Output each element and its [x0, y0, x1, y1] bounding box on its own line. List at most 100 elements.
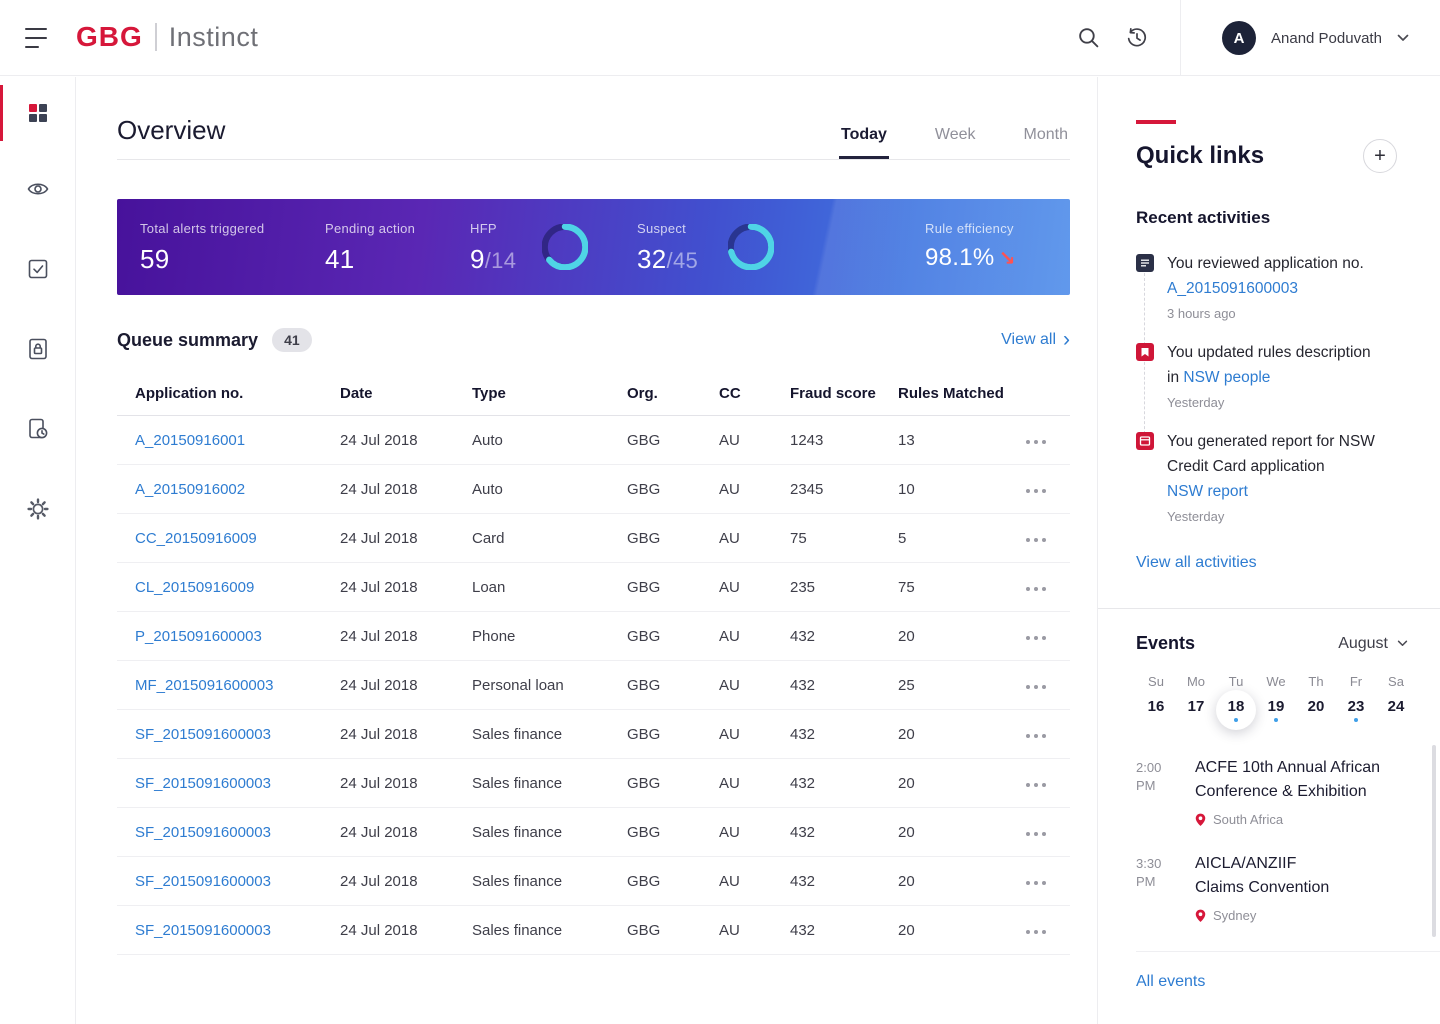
suspect-donut-chart [728, 224, 774, 270]
app-root: GBG Instinct A Anand Poduvath Overview T… [0, 0, 1440, 1024]
search-icon[interactable] [1077, 26, 1101, 50]
event-item[interactable]: 3:30 PM AICLA/ANZIIF Claims Convention Sy… [1136, 852, 1426, 923]
add-quick-link-button[interactable]: + [1363, 139, 1397, 173]
events-title: Events [1136, 633, 1196, 653]
queue-count-badge: 41 [272, 328, 312, 352]
gear-icon [26, 498, 49, 520]
cell-fraud-score: 432 [790, 660, 898, 710]
row-actions-button[interactable] [1022, 778, 1050, 792]
table-row: MF_2015091600003 24 Jul 2018 Personal lo… [117, 660, 1070, 710]
history-icon[interactable] [1125, 26, 1149, 50]
report-icon [1136, 432, 1154, 450]
cell-cc: AU [719, 562, 790, 612]
rules-icon [1136, 343, 1154, 361]
row-actions-button[interactable] [1022, 533, 1050, 547]
calendar-day[interactable]: Mo 17 [1176, 674, 1216, 730]
activity-link[interactable]: NSW people [1183, 369, 1270, 386]
calendar-day[interactable]: Th 20 [1296, 674, 1336, 730]
calendar-day-selected[interactable]: Tu 18 [1216, 674, 1256, 730]
sidebar [0, 77, 76, 1024]
row-actions-button[interactable] [1022, 484, 1050, 498]
row-actions-button[interactable] [1022, 729, 1050, 743]
cell-org: GBG [627, 807, 719, 857]
cell-cc: AU [719, 758, 790, 808]
cell-cc: AU [719, 905, 790, 955]
sidebar-item-monitoring[interactable] [0, 149, 75, 229]
calendar-day[interactable]: Sa 24 [1376, 674, 1416, 730]
cell-fraud-score: 432 [790, 611, 898, 661]
menu-icon[interactable] [25, 28, 49, 48]
row-actions-button[interactable] [1022, 680, 1050, 694]
row-actions-button[interactable] [1022, 925, 1050, 939]
lock-document-icon [28, 338, 47, 360]
row-actions-button[interactable] [1022, 876, 1050, 890]
month-dropdown[interactable]: August [1338, 635, 1408, 653]
application-link[interactable]: A_20150916002 [135, 481, 245, 498]
application-link[interactable]: MF_2015091600003 [135, 677, 273, 694]
avatar[interactable]: A [1222, 21, 1256, 55]
activity-time: Yesterday [1167, 395, 1225, 410]
sidebar-item-security[interactable] [0, 309, 75, 389]
view-all-link[interactable]: View all › [1001, 329, 1070, 350]
cell-type: Card [472, 513, 627, 563]
all-events-link[interactable]: All events [1136, 973, 1205, 991]
cell-org: GBG [627, 415, 719, 465]
queue-summary-header: Queue summary 41 View all › [117, 328, 1070, 352]
cell-cc: AU [719, 415, 790, 465]
application-link[interactable]: SF_2015091600003 [135, 775, 271, 792]
recent-activities-title: Recent activities [1136, 208, 1271, 227]
cell-fraud-score: 432 [790, 905, 898, 955]
cell-type: Phone [472, 611, 627, 661]
application-link[interactable]: SF_2015091600003 [135, 922, 271, 939]
calendar-day[interactable]: Su 16 [1136, 674, 1176, 730]
application-link[interactable]: SF_2015091600003 [135, 873, 271, 890]
application-link[interactable]: SF_2015091600003 [135, 824, 271, 841]
activity-link[interactable]: NSW report [1167, 479, 1248, 504]
cell-rules-matched: 25 [898, 660, 1022, 710]
application-link[interactable]: CC_20150916009 [135, 530, 257, 547]
cell-org: GBG [627, 660, 719, 710]
event-item[interactable]: 2:00 PM ACFE 10th Annual African Conferen… [1136, 756, 1426, 827]
cell-org: GBG [627, 856, 719, 906]
cell-cc: AU [719, 856, 790, 906]
stat-pending-action: Pending action 41 [325, 221, 416, 274]
row-actions-button[interactable] [1022, 827, 1050, 841]
row-actions-button[interactable] [1022, 631, 1050, 645]
user-menu[interactable]: A Anand Poduvath [1222, 21, 1409, 55]
tab-week[interactable]: Week [933, 126, 978, 159]
trend-down-icon: ↘ [998, 248, 1016, 270]
cell-cc: AU [719, 660, 790, 710]
sidebar-item-settings[interactable] [0, 469, 75, 549]
cell-date: 24 Jul 2018 [340, 758, 472, 808]
events-list: 2:00 PM ACFE 10th Annual African Conferen… [1136, 756, 1440, 952]
sidebar-item-reports[interactable] [0, 389, 75, 469]
cell-date: 24 Jul 2018 [340, 905, 472, 955]
application-link[interactable]: SF_2015091600003 [135, 726, 271, 743]
logo-gbg-text: GBG [76, 21, 143, 52]
cell-rules-matched: 5 [898, 513, 1022, 563]
chevron-down-icon [1397, 640, 1408, 646]
row-actions-button[interactable] [1022, 582, 1050, 596]
cell-org: GBG [627, 709, 719, 759]
recent-activities-list: You reviewed application no. A_201509160… [1136, 251, 1440, 524]
events-scrollbar[interactable] [1432, 745, 1436, 937]
sidebar-item-dashboard[interactable] [0, 77, 75, 149]
activity-link[interactable]: A_2015091600003 [1167, 276, 1298, 301]
cell-cc: AU [719, 807, 790, 857]
table-row: SF_2015091600003 24 Jul 2018 Sales finan… [117, 709, 1070, 759]
row-actions-button[interactable] [1022, 435, 1050, 449]
calendar-day[interactable]: Fr 23 [1336, 674, 1376, 730]
application-link[interactable]: P_2015091600003 [135, 628, 262, 645]
cell-type: Sales finance [472, 709, 627, 759]
calendar-day[interactable]: We 19 [1256, 674, 1296, 730]
sidebar-item-tasks[interactable] [0, 229, 75, 309]
cell-org: GBG [627, 464, 719, 514]
cell-type: Sales finance [472, 856, 627, 906]
view-all-activities-link[interactable]: View all activities [1136, 554, 1257, 572]
cell-date: 24 Jul 2018 [340, 611, 472, 661]
tab-today[interactable]: Today [838, 126, 889, 159]
application-link[interactable]: A_20150916001 [135, 432, 245, 449]
tab-month[interactable]: Month [1022, 126, 1070, 159]
table-row: SF_2015091600003 24 Jul 2018 Sales finan… [117, 758, 1070, 808]
application-link[interactable]: CL_20150916009 [135, 579, 254, 596]
